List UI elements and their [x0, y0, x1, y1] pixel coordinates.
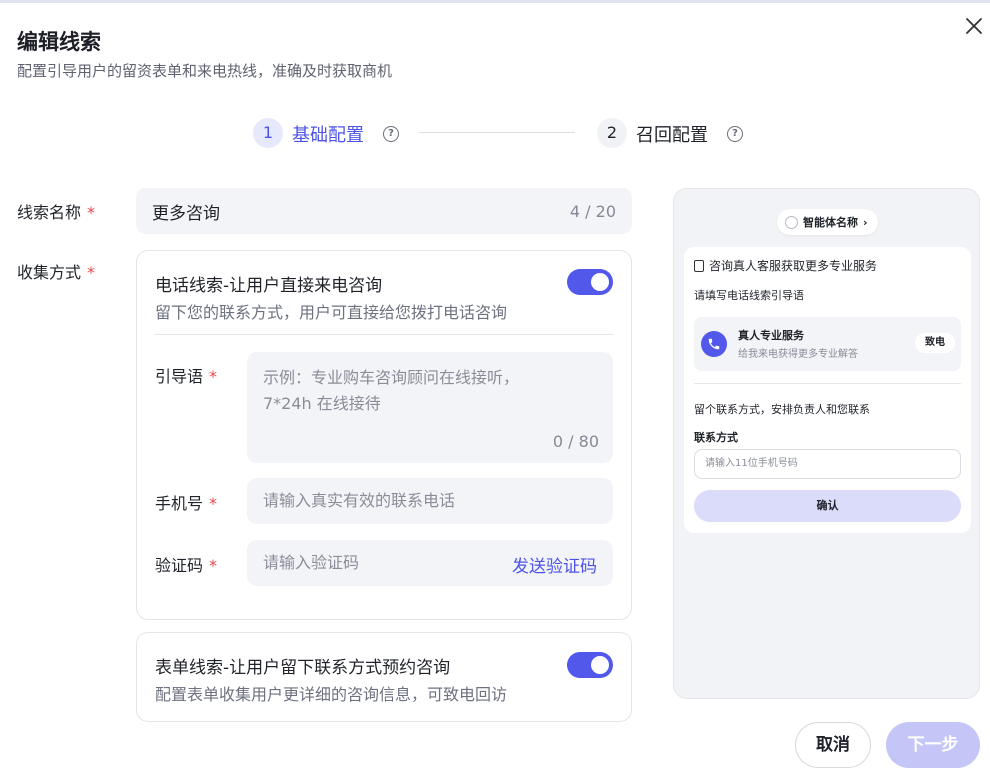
- agent-name: 智能体名称: [803, 216, 858, 229]
- dialog-subtitle: 配置引导用户的留资表单和来电热线，准确及时获取商机: [17, 62, 393, 80]
- step-connector: [419, 132, 575, 133]
- lead-name-label: 线索名称 *: [17, 199, 95, 223]
- divider: [694, 383, 961, 384]
- step-2-label[interactable]: 召回配置: [636, 121, 708, 147]
- dialog-title: 编辑线索: [17, 30, 101, 54]
- preview-card-title: 咨询真人客服获取更多专业服务: [709, 259, 878, 273]
- preview-service-row: 真人专业服务 给我来电获得更多专业解答 致电: [694, 317, 961, 371]
- preview-card-header: 咨询真人客服获取更多专业服务: [694, 257, 877, 274]
- question-circle-icon[interactable]: ?: [383, 126, 399, 142]
- preview-contact-intro: 留个联系方式，安排负责人和您联系: [694, 403, 870, 416]
- send-code-button[interactable]: 发送验证码: [512, 552, 597, 577]
- form-lead-title: 表单线索-让用户留下联系方式预约咨询: [155, 658, 451, 678]
- preview-guide-text: 请填写电话线索引导语: [694, 289, 804, 302]
- lead-name-input[interactable]: 更多咨询 4 / 20: [136, 188, 632, 234]
- code-label: 验证码 *: [155, 552, 217, 576]
- divider: [155, 334, 613, 335]
- preview-call-button[interactable]: 致电: [915, 333, 955, 353]
- step-2-number[interactable]: 2: [597, 118, 627, 148]
- guide-textarea[interactable]: 示例：专业购车咨询顾问在线接听， 7*24h 在线接待 0 / 80: [247, 352, 613, 463]
- agent-avatar-icon: [785, 215, 798, 229]
- cancel-button[interactable]: 取消: [795, 722, 871, 768]
- phone-input[interactable]: 请输入真实有效的联系电话: [247, 478, 613, 524]
- step-1-label[interactable]: 基础配置: [292, 121, 364, 147]
- code-input[interactable]: 请输入验证码 发送验证码: [247, 540, 613, 586]
- code-label-text: 验证码: [155, 556, 204, 575]
- agent-name-chip: 智能体名称 ›: [777, 209, 878, 235]
- required-mark: *: [209, 494, 218, 513]
- guide-placeholder-line1: 示例：专业购车咨询顾问在线接听，: [263, 368, 520, 387]
- lead-name-value[interactable]: 更多咨询: [152, 199, 220, 224]
- preview-contact-label: 联系方式: [694, 431, 738, 444]
- phone-lead-toggle[interactable]: [567, 269, 613, 295]
- guide-counter: 0 / 80: [552, 432, 599, 451]
- guide-label: 引导语 *: [155, 363, 217, 387]
- close-icon[interactable]: [962, 14, 986, 38]
- chevron-right-icon: ›: [863, 215, 868, 229]
- preview-service-sub: 给我来电获得更多专业解答: [738, 349, 858, 360]
- collect-method-label: 收集方式 *: [17, 259, 95, 283]
- preview-lead-card: 咨询真人客服获取更多专业服务 请填写电话线索引导语 真人专业服务 给我来电获得更…: [684, 247, 971, 533]
- phone-placeholder: 请输入真实有效的联系电话: [263, 491, 456, 510]
- required-mark: *: [87, 263, 96, 282]
- required-mark: *: [87, 203, 96, 222]
- phone-lead-card: 电话线索-让用户直接来电咨询 留下您的联系方式，用户可直接给您拨打电话咨询 引导…: [136, 250, 632, 620]
- form-lead-toggle[interactable]: [567, 652, 613, 678]
- top-border: [0, 0, 990, 3]
- preview-service-title: 真人专业服务: [738, 329, 804, 342]
- collect-method-label-text: 收集方式: [17, 263, 82, 282]
- phone-lead-desc: 留下您的联系方式，用户可直接给您拨打电话咨询: [155, 303, 508, 322]
- next-button[interactable]: 下一步: [886, 722, 980, 768]
- lead-name-label-text: 线索名称: [17, 203, 82, 222]
- form-lead-card: 表单线索-让用户留下联系方式预约咨询 配置表单收集用户更详细的咨询信息，可致电回…: [136, 632, 632, 722]
- preview-panel: 智能体名称 › 咨询真人客服获取更多专业服务 请填写电话线索引导语 真人专业服务…: [673, 188, 980, 699]
- step-1-number[interactable]: 1: [253, 118, 283, 148]
- preview-phone-input[interactable]: 请输入11位手机号码: [694, 449, 961, 479]
- form-lead-desc: 配置表单收集用户更详细的咨询信息，可致电回访: [155, 685, 508, 704]
- preview-confirm-button[interactable]: 确认: [694, 490, 961, 522]
- step-indicator: 1 基础配置 ? 2 召回配置 ?: [253, 116, 753, 150]
- phone-label-text: 手机号: [155, 494, 204, 513]
- required-mark: *: [209, 367, 218, 386]
- phone-label: 手机号 *: [155, 490, 217, 514]
- question-circle-icon[interactable]: ?: [727, 126, 743, 142]
- required-mark: *: [209, 556, 218, 575]
- guide-placeholder-line2: 7*24h 在线接待: [263, 394, 381, 413]
- phone-icon: [701, 331, 727, 357]
- document-icon: [694, 259, 704, 272]
- guide-label-text: 引导语: [155, 367, 204, 386]
- lead-name-counter: 4 / 20: [569, 201, 616, 221]
- phone-lead-title: 电话线索-让用户直接来电咨询: [155, 276, 383, 296]
- code-placeholder: 请输入验证码: [263, 553, 360, 572]
